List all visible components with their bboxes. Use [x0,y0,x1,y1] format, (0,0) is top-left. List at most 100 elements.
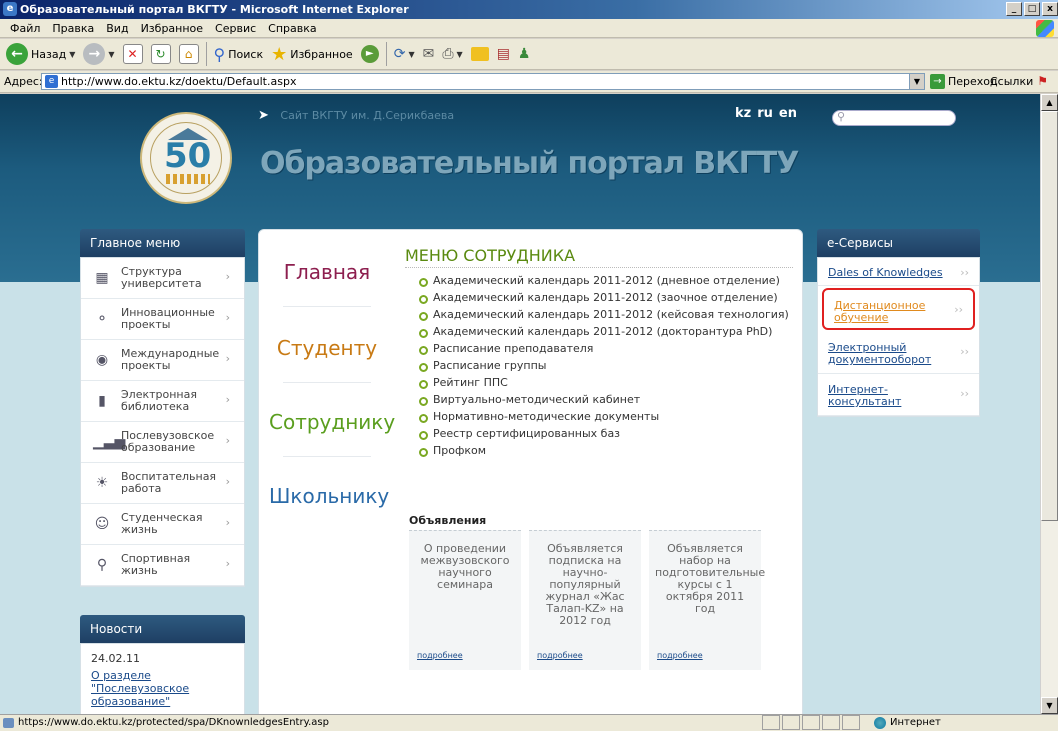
main-menu-item-structure[interactable]: ▦ Структура университета › [81,258,244,299]
staff-menu-item[interactable]: Реестр сертифицированных баз [419,428,797,440]
staff-menu-item[interactable]: Академический календарь 2011-2012 (дневн… [419,275,797,287]
main-menu-item-international[interactable]: ◉ Международные проекты › [81,340,244,381]
forward-button[interactable]: → ▼ [79,41,118,67]
address-input[interactable]: e http://www.do.ektu.kz/doektu/Default.a… [41,73,925,90]
folder-button[interactable] [467,41,493,67]
research-button[interactable]: ▤ [493,41,514,67]
smiley-icon: ☺ [94,516,110,532]
main-menu-item-postgraduate[interactable]: ▁▃▅ Послевузовское образование › [81,422,244,463]
staff-menu-item[interactable]: Расписание группы [419,360,797,372]
staff-menu-item[interactable]: Профком [419,445,797,457]
maximize-button[interactable]: □ [1024,2,1040,16]
staff-menu-item[interactable]: Академический календарь 2011-2012 (докто… [419,326,797,338]
staff-menu-item[interactable]: Академический календарь 2011-2012 (кейсо… [419,309,797,321]
media-button[interactable]: ► [357,41,383,67]
media-icon: ► [360,45,379,63]
dropdown-arrow-icon: ▼ [108,49,115,59]
windows-logo-icon [1036,20,1054,37]
scroll-down-icon[interactable]: ▼ [1041,697,1058,714]
main-menu-item-library[interactable]: ▮ Электронная библиотека › [81,381,244,422]
eservice-link[interactable]: Дистанционное обучение [834,300,934,324]
go-button[interactable]: → Переход [930,74,998,89]
forward-arrow-icon: → [83,43,106,65]
eservice-document-flow[interactable]: Электронный документооборот ›› [818,332,979,374]
menu-item-label: Спортивная жизнь [121,552,191,577]
logo-ornament [166,174,210,184]
staff-menu-item[interactable]: Нормативно-методические документы [419,411,797,423]
university-site-label: Сайт ВКГТУ им. Д.Серикбаева [280,109,455,122]
chevron-right-icon: › [225,475,230,488]
home-button[interactable]: ⌂ [175,41,203,67]
menu-favorites[interactable]: Избранное [135,19,209,37]
scroll-thumb[interactable] [1041,111,1058,521]
menu-edit[interactable]: Правка [46,19,100,37]
menu-tools[interactable]: Сервис [209,19,262,37]
print-icon: ⎙ [442,46,454,62]
section-school[interactable]: Школьнику [269,484,389,508]
research-icon: ▤ [496,46,510,62]
announcement-more-link[interactable]: подробнее [537,650,583,662]
main-menu-item-innovation[interactable]: ⚬ Инновационные проекты › [81,299,244,340]
section-student[interactable]: Студенту [269,336,385,360]
search-button[interactable]: ⚲ Поиск [210,41,268,67]
eservice-distance-learning[interactable]: Дистанционное обучение ›› [822,288,975,330]
menu-file[interactable]: Файл [4,19,46,37]
section-main[interactable]: Главная [269,260,385,284]
announcement-text: Объявляется набор на подготовительные ку… [655,542,766,615]
links-button[interactable]: Ссылки ⚑ [990,74,1048,88]
back-button[interactable]: ← Назад ▼ [2,41,79,67]
refresh-icon: ↻ [150,44,171,64]
double-chevron-icon: ›› [960,387,969,400]
site-search-input[interactable]: ⚲ [832,110,956,126]
scroll-up-icon[interactable]: ▲ [1041,94,1058,111]
favorites-button[interactable]: ★ Избранное [267,41,357,67]
announcement-text: О проведении межвузовского научного семи… [420,542,510,591]
main-menu-item-student-life[interactable]: ☺ Студенческая жизнь › [81,504,244,545]
chevron-right-icon: › [225,557,230,570]
news-link[interactable]: О разделе "Послевузовское образование" [91,669,189,708]
lang-kz[interactable]: kz [735,106,751,121]
staff-menu-item[interactable]: Рейтинг ППС [419,377,797,389]
sun-icon: ☀ [95,475,109,491]
eservice-link[interactable]: Dales of Knowledges [828,266,943,279]
main-menu-item-sport[interactable]: ⚲ Спортивная жизнь › [81,545,244,586]
eservice-link[interactable]: Электронный документооборот [828,342,938,366]
address-url: http://www.do.ektu.kz/doektu/Default.asp… [61,75,297,88]
library-icon: ▮ [98,393,106,409]
announcement-more-link[interactable]: подробнее [657,650,703,662]
status-cell [802,715,820,730]
announcement-more-link[interactable]: подробнее [417,650,463,662]
address-dropdown-icon[interactable]: ▼ [909,74,924,89]
status-cell [782,715,800,730]
links-label: Ссылки [990,74,1034,88]
refresh-button[interactable]: ↻ [147,41,175,67]
menu-item-label: Структура университета [121,265,202,290]
lang-ru[interactable]: ru [757,106,773,121]
staff-menu-item[interactable]: Расписание преподавателя [419,343,797,355]
menu-view[interactable]: Вид [100,19,134,37]
staff-menu-list: Академический календарь 2011-2012 (дневн… [419,275,797,462]
minimize-button[interactable]: _ [1006,2,1022,16]
stop-button[interactable]: ✕ [119,41,147,67]
university-site-link[interactable]: ➤ Сайт ВКГТУ им. Д.Серикбаева [258,108,454,123]
vertical-scrollbar[interactable]: ▲ ▼ [1040,94,1058,714]
eservice-dales-of-knowledges[interactable]: Dales of Knowledges ›› [818,258,979,286]
eservice-internet-consultant[interactable]: Интернет-консультант ›› [818,374,979,416]
news-date: 24.02.11 [91,652,140,665]
menu-item-label: Послевузовское образование [121,429,215,454]
lang-en[interactable]: en [779,106,797,121]
section-staff[interactable]: Сотруднику [269,410,395,434]
staff-menu-item[interactable]: Виртуально-методический кабинет [419,394,797,406]
messenger-button[interactable]: ♟ [514,41,535,67]
globe-icon [874,717,886,729]
main-menu-header: Главное меню [80,229,245,257]
history-button[interactable]: ⟳ ▼ [390,41,419,67]
mail-button[interactable]: ✉ [419,41,439,67]
menu-help[interactable]: Справка [262,19,322,37]
staff-menu-item[interactable]: Академический календарь 2011-2012 (заочн… [419,292,797,304]
eservice-link[interactable]: Интернет-консультант [828,384,918,408]
main-menu-item-upbringing[interactable]: ☀ Воспитательная работа › [81,463,244,504]
close-button[interactable]: x [1042,2,1058,16]
print-button[interactable]: ⎙ ▼ [438,41,466,67]
mail-icon: ✉ [422,46,435,62]
